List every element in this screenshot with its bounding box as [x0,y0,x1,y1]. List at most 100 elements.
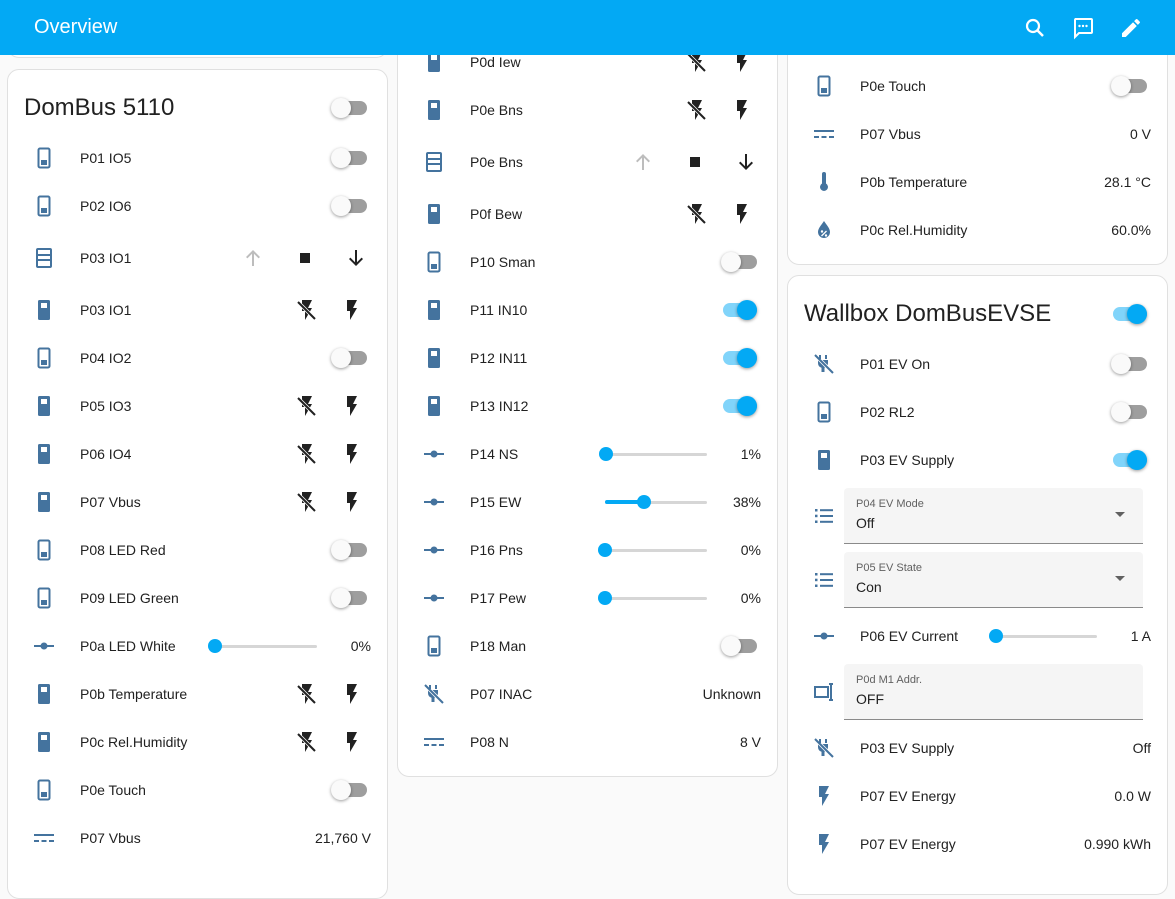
entity-name: P0e Bns [470,154,523,170]
cover-stop-button[interactable] [683,150,707,174]
slider-icon [422,538,446,562]
flash-icon [340,298,364,322]
turn-off-button[interactable] [685,98,709,122]
entity-state: 8 V [739,734,761,750]
turn-on-button[interactable] [340,490,364,514]
entity-toggle[interactable] [331,540,367,560]
switch-off-icon [32,778,56,802]
cover-close-button[interactable] [344,246,368,270]
entity-slider[interactable] [598,588,707,608]
ev-mode-select[interactable]: P04 EV Mode Off [844,488,1143,544]
entity-toggle[interactable] [331,348,367,368]
flash-icon [340,394,364,418]
turn-off-button[interactable] [295,682,319,706]
flash-off-icon [295,682,319,706]
entity-slider[interactable] [598,540,707,560]
flash-icon [340,490,364,514]
entity-toggle[interactable] [721,252,757,272]
entity-toggle[interactable] [1111,402,1147,422]
entity-slider[interactable] [989,626,1097,646]
stop-icon [683,150,707,174]
card-header-toggle[interactable] [331,98,367,118]
cover-open-button[interactable] [631,150,655,174]
chevron-down-icon [1115,512,1125,517]
format-list-icon [812,504,836,528]
card-dombus-5110: DomBus 5110 P01 IO5 P02 IO6 P03 IO1 P03 … [7,69,388,899]
assist-button[interactable] [1059,4,1107,52]
search-icon [1025,18,1044,37]
entity-name: P10 Sman [470,254,536,270]
entity-toggle[interactable] [721,348,757,368]
card-title: DomBus 5110 [24,94,175,121]
entity-slider[interactable] [599,444,707,464]
entity-row: P17 Pew 0% [398,574,777,622]
power-plug-off-icon [422,682,446,706]
entity-value: 1% [740,446,761,462]
turn-on-button[interactable] [340,442,364,466]
entity-toggle[interactable] [1111,76,1147,96]
switch-on-icon [812,448,836,472]
turn-on-button[interactable] [340,394,364,418]
entity-toggle[interactable] [721,636,757,656]
entity-row: P09 LED Green [8,574,387,622]
flash-icon [730,202,754,226]
entity-name: P01 IO5 [80,150,132,166]
entity-value: 0% [740,590,761,606]
turn-off-button[interactable] [685,202,709,226]
ev-state-select[interactable]: P05 EV State Con [844,552,1143,608]
entity-toggle[interactable] [1111,354,1147,374]
entity-toggle[interactable] [721,396,757,416]
flash-icon [730,98,754,122]
cover-close-button[interactable] [734,150,758,174]
switch-off-icon [32,146,56,170]
entity-name: P07 Vbus [860,126,921,142]
cover-stop-button[interactable] [293,246,317,270]
entity-toggle[interactable] [331,780,367,800]
switch-on-icon [32,298,56,322]
search-button[interactable] [1011,4,1059,52]
dc-voltage-icon [32,826,56,850]
entity-row: P0e Touch [788,62,1167,110]
edit-button[interactable] [1107,4,1155,52]
entity-name: P13 IN12 [470,398,529,414]
entity-toggle[interactable] [1111,450,1147,470]
card-dombus-covers: P0d Iew P0e Bns P0e Bns P0f Bew P10 Sman… [397,0,778,777]
turn-on-button[interactable] [340,298,364,322]
entity-name: P0b Temperature [860,174,968,190]
turn-off-button[interactable] [295,442,319,466]
switch-on-icon [422,202,446,226]
entity-name: P18 Man [470,638,527,654]
text-row: P0d M1 Addr. OFF [788,664,1167,720]
flash-off-icon [295,394,319,418]
entity-row: P08 N 8 V [398,718,777,766]
m1-addr-input[interactable]: P0d M1 Addr. OFF [844,664,1143,720]
flash-off-icon [295,490,319,514]
turn-on-button[interactable] [340,682,364,706]
field-value: OFF [856,691,884,707]
turn-on-button[interactable] [340,730,364,754]
switch-on-icon [32,394,56,418]
entity-toggle[interactable] [721,300,757,320]
entity-toggle[interactable] [331,148,367,168]
cover-open-button[interactable] [241,246,265,270]
entity-toggle[interactable] [331,196,367,216]
turn-off-button[interactable] [295,730,319,754]
entity-slider[interactable] [605,492,707,512]
flash-icon [812,784,836,808]
turn-on-button[interactable] [730,98,754,122]
turn-off-button[interactable] [295,298,319,322]
entity-slider[interactable] [208,636,317,656]
turn-off-button[interactable] [295,490,319,514]
entity-row: P0e Bns [398,86,777,134]
turn-off-button[interactable] [295,394,319,418]
entity-row: P0b Temperature [8,670,387,718]
switch-on-icon [422,346,446,370]
card-header-toggle[interactable] [1111,304,1147,324]
turn-on-button[interactable] [730,202,754,226]
switch-off-icon [422,634,446,658]
flash-off-icon [685,98,709,122]
entity-toggle[interactable] [331,588,367,608]
entity-name: P07 Vbus [80,494,141,510]
water-percent-icon [812,218,836,242]
entity-row: P11 IN10 [398,286,777,334]
